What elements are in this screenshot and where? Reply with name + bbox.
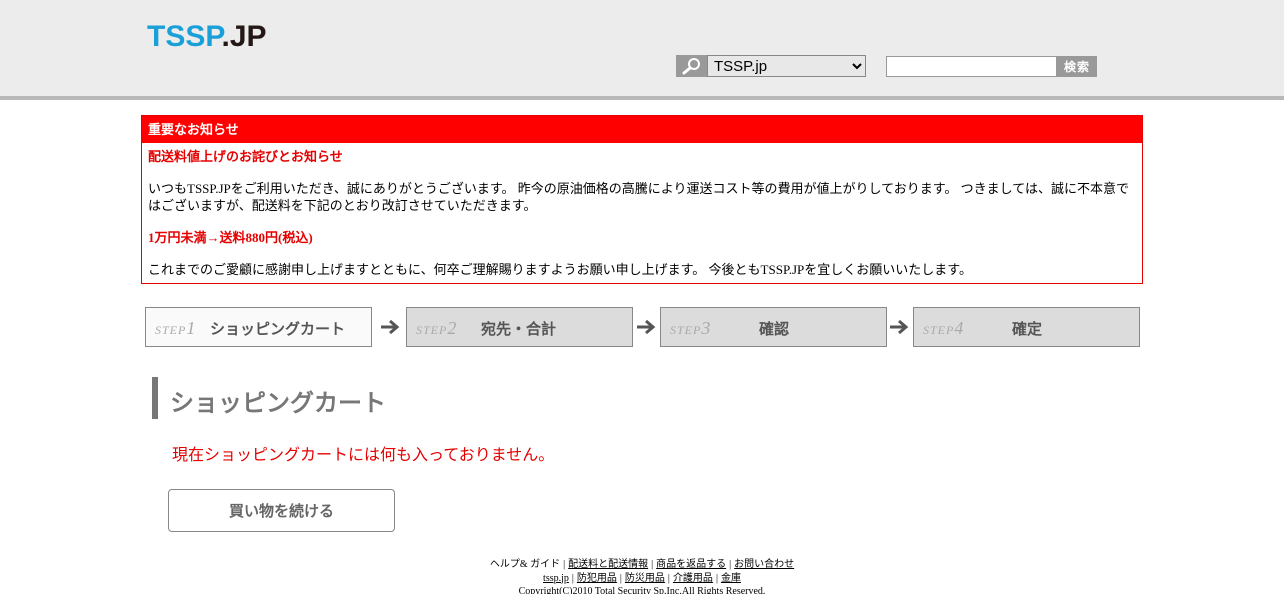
- step-number: STEP3: [670, 318, 711, 339]
- step-label: 確認: [759, 320, 790, 338]
- step-digit: 1: [186, 318, 197, 338]
- footer-link-contact[interactable]: お問い合わせ: [734, 559, 794, 570]
- page-title: ショッピングカート: [170, 389, 386, 417]
- footer-separator: |: [651, 559, 654, 570]
- footer-link-disaster-prevention[interactable]: 防災用品: [625, 573, 665, 584]
- arrow-right-icon: [637, 319, 656, 335]
- notice-title: 重要なお知らせ: [142, 116, 1142, 143]
- footer-separator: |: [715, 572, 718, 584]
- site-select[interactable]: TSSP.jp: [707, 55, 866, 77]
- step-number: STEP2: [416, 318, 457, 339]
- step-digit: 2: [447, 318, 458, 338]
- notice-paragraph-2: これまでのご愛顧に感謝申し上げますとともに、何卒ご理解賜りますようお願い申し上げ…: [148, 262, 972, 277]
- important-notice: 重要なお知らせ 配送料値上げのお詫びとお知らせ いつもTSSP.JPをご利用いた…: [141, 115, 1143, 284]
- footer-link-returns[interactable]: 商品を返品する: [656, 559, 726, 570]
- notice-paragraph-1: いつもTSSP.JPをご利用いただき、誠にありがとうございます。 昨今の原油価格…: [148, 181, 1130, 213]
- notice-body: 配送料値上げのお詫びとお知らせ いつもTSSP.JPをご利用いただき、誠にありが…: [142, 143, 1142, 278]
- step-3-confirm: STEP3 確認: [660, 307, 887, 347]
- search-input[interactable]: [886, 56, 1057, 77]
- footer-link-home[interactable]: tssp.jp: [543, 573, 569, 584]
- step-2-address: STEP2 宛先・合計: [406, 307, 633, 347]
- step-prefix: STEP: [923, 323, 955, 337]
- footer-separator: |: [619, 572, 622, 584]
- step-prefix: STEP: [670, 323, 702, 337]
- step-label: ショッピングカート: [210, 320, 346, 338]
- notice-headline: 配送料値上げのお詫びとお知らせ: [148, 149, 343, 164]
- magnifier-icon: [676, 55, 707, 77]
- empty-cart-message: 現在ショッピングカートには何も入っておりません。: [172, 445, 555, 464]
- footer-link-safes[interactable]: 金庫: [721, 573, 741, 584]
- arrow-right-icon: [890, 319, 909, 335]
- footer-link-shipping[interactable]: 配送料と配送情報: [568, 559, 648, 570]
- footer-row-1: ヘルプ& ガイド | 配送料と配送情報 | 商品を返品する | お問い合わせ: [0, 558, 1284, 572]
- site-search-scope: TSSP.jp: [676, 55, 866, 77]
- footer-separator: |: [563, 559, 566, 570]
- logo-text-primary: TSSP: [147, 20, 222, 53]
- header-divider: [0, 96, 1284, 100]
- step-prefix: STEP: [416, 323, 448, 337]
- footer-copyright: Copyright(C)2010 Total Security Sp.Inc.A…: [518, 586, 766, 594]
- footer-separator: |: [729, 559, 732, 570]
- step-digit: 4: [954, 318, 965, 338]
- title-accent-bar: [152, 377, 158, 419]
- step-number: STEP4: [923, 318, 964, 339]
- site-footer: ヘルプ& ガイド | 配送料と配送情報 | 商品を返品する | お問い合わせ tssp.jp…: [0, 558, 1284, 594]
- step-label: 確定: [1012, 320, 1043, 338]
- continue-shopping-button[interactable]: 買い物を続ける: [168, 489, 395, 532]
- footer-link-crime-prevention[interactable]: 防犯用品: [577, 573, 617, 584]
- site-logo[interactable]: TSSP.JP: [147, 20, 267, 54]
- footer-separator: |: [571, 572, 574, 584]
- footer-help-label: ヘルプ& ガイド: [489, 559, 561, 570]
- footer-row-2: tssp.jp | 防犯用品 | 防災用品 | 介護用品 | 金庫: [0, 572, 1284, 586]
- search-button[interactable]: 検索: [1057, 56, 1097, 77]
- step-1-cart: STEP1 ショッピングカート: [145, 307, 372, 347]
- step-number: STEP1: [155, 318, 196, 339]
- step-label: 宛先・合計: [481, 320, 557, 338]
- notice-price-line: 1万円未満→送料880円(税込): [148, 230, 313, 245]
- step-prefix: STEP: [155, 323, 187, 337]
- logo-text-suffix: .JP: [221, 20, 267, 53]
- footer-separator: |: [667, 572, 670, 584]
- arrow-right-icon: [381, 319, 400, 335]
- step-4-complete: STEP4 確定: [913, 307, 1140, 347]
- step-digit: 3: [701, 318, 712, 338]
- footer-link-nursing-care[interactable]: 介護用品: [673, 573, 713, 584]
- site-header: TSSP.JP TSSP.jp 検索: [0, 0, 1284, 96]
